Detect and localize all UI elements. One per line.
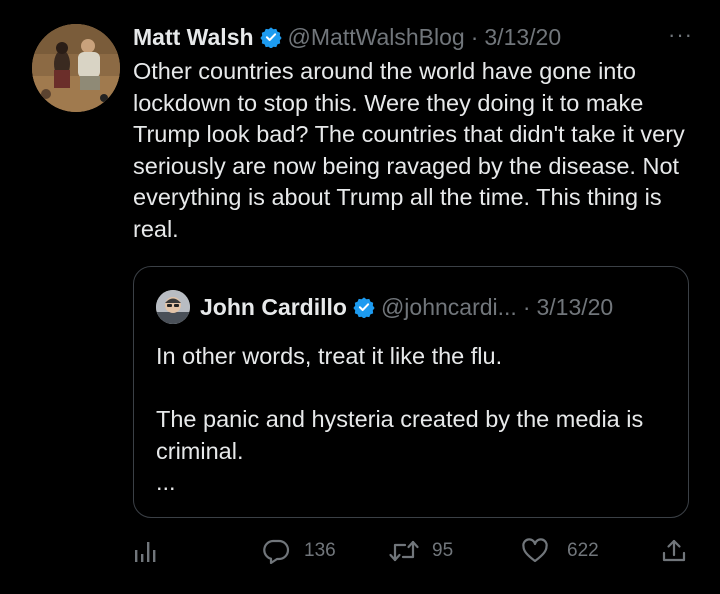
- verified-badge-icon: [259, 26, 282, 49]
- like-count: 622: [567, 540, 599, 561]
- retweet-button[interactable]: 95: [388, 534, 453, 568]
- quoted-author-handle: @johncardi...: [380, 293, 517, 320]
- retweet-count: 95: [432, 540, 454, 561]
- tweet-actions: 136 95 622: [133, 534, 693, 568]
- quoted-author-name: John Cardillo: [200, 293, 347, 320]
- analytics-icon: [133, 538, 157, 564]
- quoted-tweet-date: 3/13/20: [536, 293, 614, 320]
- quoted-author-avatar: [156, 290, 190, 324]
- reply-count: 136: [304, 540, 336, 561]
- quoted-tweet-header: John Cardillo @johncardi... · 3/13/20: [156, 290, 614, 324]
- author-handle[interactable]: @MattWalshBlog: [288, 24, 465, 51]
- more-icon[interactable]: ···: [668, 22, 693, 48]
- quoted-tweet-text: In other words, treat it like the flu. T…: [156, 343, 644, 495]
- quoted-header-separator: ·: [522, 293, 531, 320]
- header-separator: ·: [470, 23, 479, 50]
- analytics-button[interactable]: [133, 534, 157, 568]
- like-button[interactable]: 622: [521, 534, 599, 568]
- retweet-icon: [388, 538, 420, 564]
- reply-button[interactable]: 136: [262, 534, 336, 568]
- tweet-date[interactable]: 3/13/20: [484, 24, 561, 51]
- author-avatar[interactable]: [32, 24, 120, 112]
- tweet-text: Other countries around the world have go…: [133, 58, 692, 242]
- quoted-tweet[interactable]: John Cardillo @johncardi... · 3/13/20 In…: [133, 266, 689, 518]
- tweet-header: Matt Walsh @MattWalshBlog · 3/13/20 ···: [133, 22, 693, 52]
- author-name[interactable]: Matt Walsh: [133, 24, 254, 51]
- quoted-verified-badge-icon: [353, 296, 375, 319]
- reply-icon: [262, 538, 290, 564]
- share-button[interactable]: [661, 534, 687, 568]
- like-icon: [521, 538, 549, 564]
- share-icon: [661, 538, 687, 564]
- tweet[interactable]: Matt Walsh @MattWalshBlog · 3/13/20 ··· …: [0, 0, 720, 594]
